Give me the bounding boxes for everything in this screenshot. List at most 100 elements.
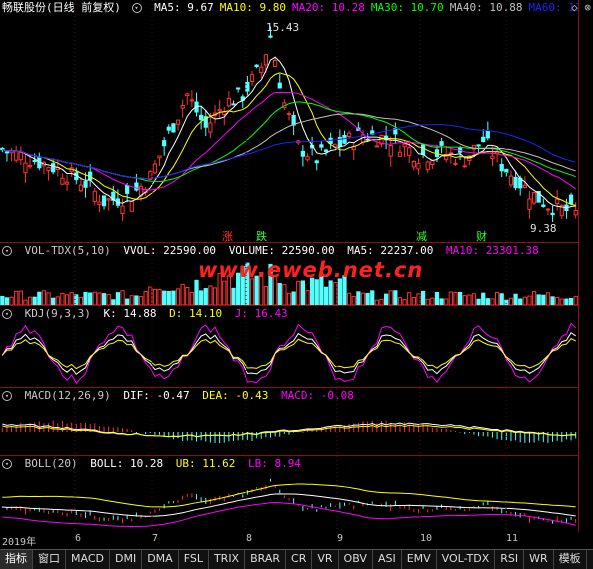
- candle-body: [92, 190, 97, 202]
- macd-dea: DEA: -0.43: [202, 389, 269, 402]
- volume-bar: [397, 297, 403, 305]
- axis-label-nov: 11: [506, 533, 519, 544]
- candle-body: [4, 151, 10, 154]
- macd-panel[interactable]: ▾ MACD(12,26,9) DIF: -0.47 DEA: -0.43 MA…: [0, 388, 578, 456]
- volume-bar: [138, 296, 144, 305]
- tab-14[interactable]: RSI: [495, 550, 525, 569]
- candle-body: [14, 150, 19, 161]
- volume-bar: [152, 288, 158, 305]
- settings-circle-icon[interactable]: ▾: [2, 309, 12, 319]
- candle-body: [300, 150, 305, 157]
- settings-circle-icon[interactable]: ▾: [2, 459, 12, 469]
- tab-3[interactable]: DMI: [110, 550, 143, 569]
- tab-5[interactable]: FSL: [179, 550, 209, 569]
- tab-6[interactable]: TRIX: [209, 550, 246, 569]
- candle-body: [411, 160, 416, 168]
- volume-bar: [356, 291, 361, 305]
- candle-body: [323, 149, 329, 152]
- price-header: 畅联股份(日线 前复权) ▾ MA5: 9.67 MA10: 9.80 MA20: …: [2, 1, 578, 14]
- tab-4[interactable]: DMA: [142, 550, 179, 569]
- volume-bar: [0, 295, 5, 305]
- volume-bar: [541, 294, 546, 305]
- candle-body: [171, 123, 176, 133]
- boll-mid: BOLL: 10.28: [90, 457, 164, 470]
- tab-9[interactable]: VR: [312, 550, 339, 569]
- candle-body: [499, 163, 504, 172]
- boll-lb: LB: 8.94: [247, 457, 301, 470]
- settings-circle-icon[interactable]: ▾: [2, 391, 12, 401]
- candle-body: [402, 143, 407, 148]
- event-marker-finance[interactable]: 财: [476, 228, 487, 242]
- volume-bar: [457, 292, 463, 305]
- volume-bar: [508, 297, 514, 305]
- kdj-header: ▾ KDJ(9,3,3) K: 14.88 D: 14.10 J: 16.43: [2, 307, 294, 320]
- boll-ub: UB: 11.62: [175, 457, 236, 470]
- time-axis: 2019年 6 7 8 9 10 11: [0, 532, 578, 548]
- volume-bar: [462, 295, 467, 305]
- boll-panel[interactable]: ▾ BOLL(20) BOLL: 10.28 UB: 11.62 LB: 8.9…: [0, 456, 578, 532]
- volume-bar: [430, 297, 435, 305]
- kdj-panel[interactable]: ▾ KDJ(9,3,3) K: 14.88 D: 14.10 J: 16.43: [0, 306, 578, 388]
- volume-bar: [425, 298, 430, 305]
- volume-bar: [518, 298, 523, 305]
- nav-up-icon[interactable]: ◇: [571, 1, 578, 14]
- volume-bar: [69, 291, 74, 305]
- volume-bar: [286, 292, 292, 305]
- volume-bar: [559, 298, 564, 305]
- volume-bar: [444, 298, 449, 305]
- tab-13[interactable]: VOL-TDX: [437, 550, 496, 569]
- tab-0[interactable]: 指标: [0, 550, 33, 569]
- volume-bar: [88, 292, 93, 305]
- candle-body: [129, 200, 134, 212]
- event-marker-fall[interactable]: 跌: [256, 228, 267, 242]
- kdj-k: K: 14.88: [103, 307, 157, 320]
- volume-bar: [374, 299, 379, 305]
- macd-value: MACD: -0.08: [281, 389, 354, 402]
- ma-legend-item: MA20: 10.28: [291, 1, 365, 14]
- close-icon[interactable]: ⊗: [584, 1, 591, 14]
- tab-12[interactable]: EMV: [402, 550, 437, 569]
- tab-11[interactable]: ASI: [373, 550, 402, 569]
- volume-bar: [64, 294, 70, 305]
- candle-body: [236, 87, 241, 90]
- volume-bar: [189, 291, 195, 305]
- price-panel[interactable]: 畅联股份(日线 前复权) ▾ MA5: 9.67 MA10: 9.80 MA20: …: [0, 0, 578, 243]
- volume-bar: [51, 297, 56, 305]
- tab-10[interactable]: OBV: [339, 550, 373, 569]
- ma-line-40: [2, 113, 576, 180]
- candle-body: [555, 198, 560, 205]
- candle-body: [425, 161, 430, 171]
- ma-legend-item: MA5: 9.67: [154, 1, 214, 14]
- settings-circle-icon[interactable]: ▾: [131, 3, 142, 13]
- tab-2[interactable]: MACD: [66, 550, 110, 569]
- volume-indicator-name: VOL-TDX(5,10): [24, 244, 111, 257]
- volume-bar: [37, 291, 42, 305]
- boll-lower-line: [2, 501, 576, 527]
- event-marker-reduce[interactable]: 减: [416, 228, 427, 242]
- candle-body: [397, 151, 403, 157]
- volume-bar: [337, 278, 342, 305]
- volume-bar: [411, 297, 416, 305]
- candle-body: [175, 119, 181, 125]
- tab-7[interactable]: BRAR: [245, 550, 287, 569]
- tab-15[interactable]: WR: [524, 550, 554, 569]
- volume-bar: [282, 284, 287, 305]
- candle-body: [51, 163, 56, 173]
- candle-body: [83, 181, 88, 188]
- settings-circle-icon[interactable]: ▾: [2, 246, 12, 256]
- ma-legend: MA5: 9.67 MA10: 9.80 MA20: 10.28 MA30: 10.7…: [154, 1, 578, 14]
- volume-bar: [434, 292, 440, 305]
- candle-body: [481, 136, 486, 143]
- tab-16[interactable]: 模板: [554, 550, 587, 569]
- volume-bar: [18, 290, 23, 305]
- volume-bar: [300, 280, 305, 305]
- tab-1[interactable]: 窗口: [33, 550, 66, 569]
- volume-bar: [9, 296, 14, 305]
- tab-8[interactable]: CR: [286, 550, 313, 569]
- candle-body: [485, 130, 490, 139]
- volume-bar: [383, 293, 389, 305]
- volume-bar: [545, 292, 551, 305]
- event-marker-rise[interactable]: 涨: [222, 228, 233, 242]
- boll-header: ▾ BOLL(20) BOLL: 10.28 UB: 11.62 LB: 8.9…: [2, 457, 307, 470]
- volume-bar: [328, 280, 333, 305]
